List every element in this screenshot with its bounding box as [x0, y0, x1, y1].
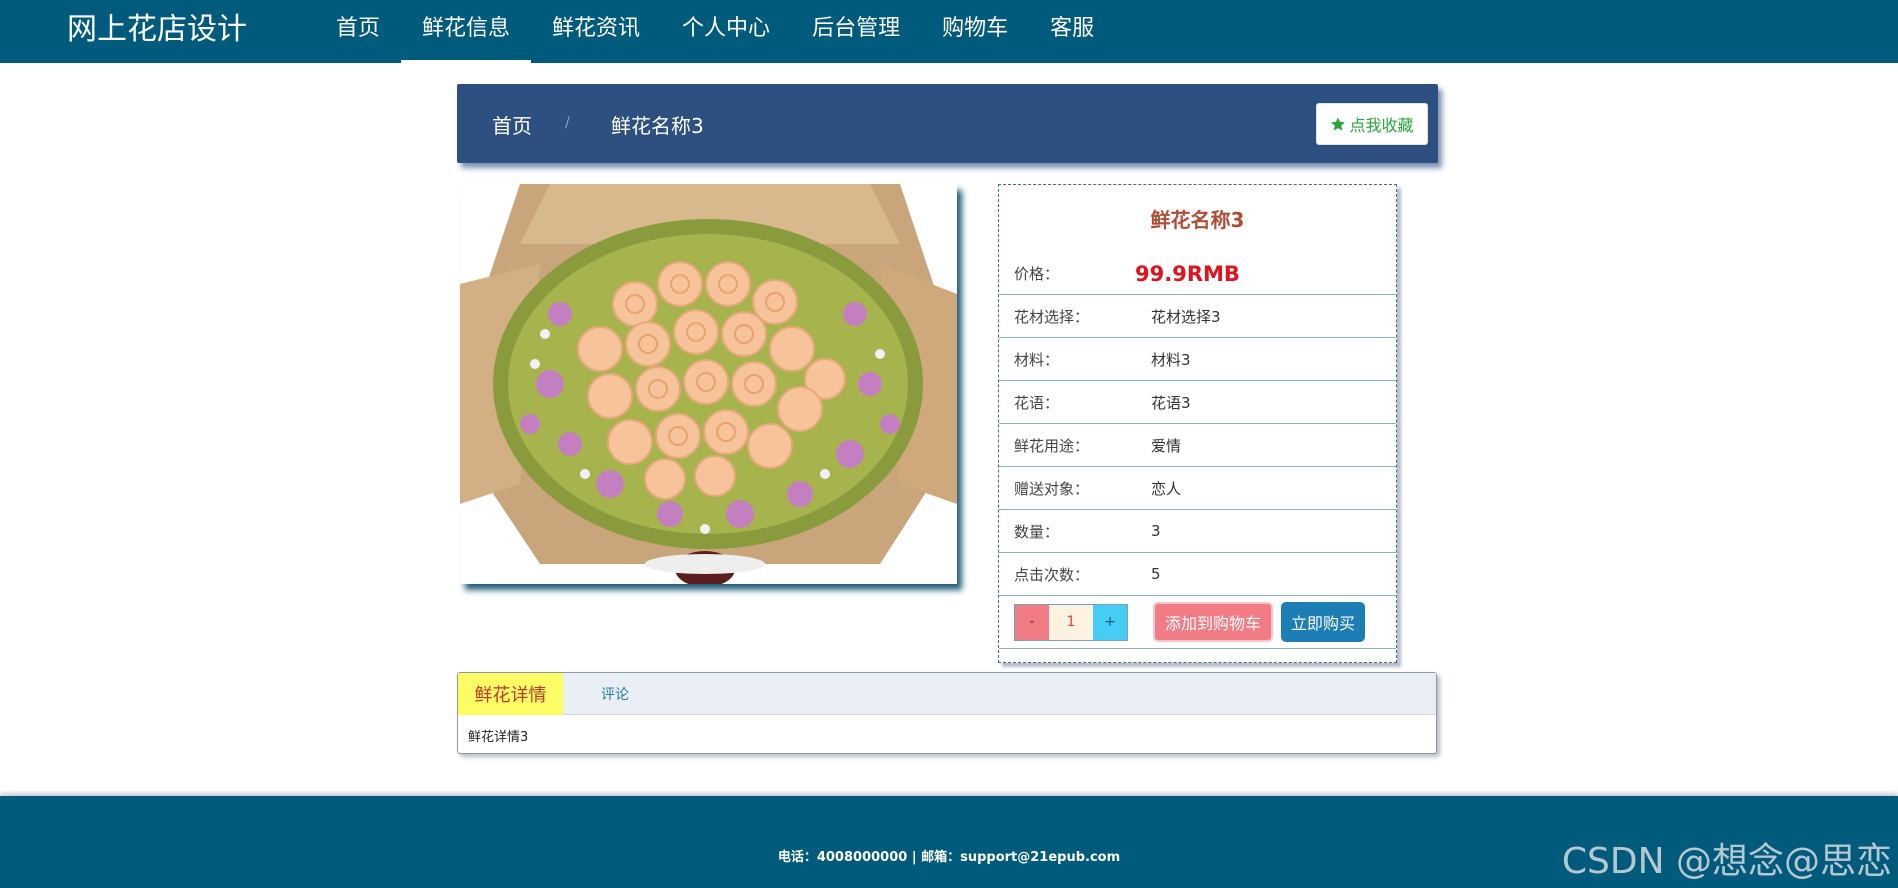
info-row-material-choice: 花材选择： 花材选择3 [999, 295, 1396, 338]
nav-admin[interactable]: 后台管理 [791, 0, 921, 63]
detail-tabs: 鲜花详情 评论 鲜花详情3 [457, 672, 1437, 754]
purchase-actions: - 1 + 添加到购物车 立即购买 [999, 596, 1396, 649]
row-value: 花语3 [1151, 393, 1191, 412]
nav-home[interactable]: 首页 [315, 0, 401, 63]
main-nav: 首页 鲜花信息 鲜花资讯 个人中心 后台管理 购物车 客服 [315, 0, 1115, 63]
tab-comments[interactable]: 评论 [601, 673, 629, 715]
row-value: 材料3 [1151, 350, 1191, 369]
breadcrumb-current: 鲜花名称3 [611, 114, 704, 138]
info-row-recipient: 赠送对象： 恋人 [999, 467, 1396, 510]
price-value: 99.9RMB [1135, 261, 1240, 286]
info-row-click-count: 点击次数： 5 [999, 553, 1396, 596]
favorite-button[interactable]: 点我收藏 [1316, 103, 1428, 145]
product-image [460, 184, 957, 584]
row-value: 爱情 [1151, 436, 1182, 455]
tab-content: 鲜花详情3 [468, 730, 529, 745]
increase-quantity-button[interactable]: + [1093, 604, 1127, 640]
row-value: 3 [1151, 522, 1161, 540]
tab-header: 鲜花详情 评论 [458, 673, 1436, 715]
info-row-material: 材料： 材料3 [999, 338, 1396, 381]
footer: 电话：4008000000 | 邮箱：support@21epub.com CS… [0, 796, 1898, 888]
row-label: 数量： [1014, 522, 1060, 541]
nav-cart[interactable]: 购物车 [921, 0, 1029, 63]
price-row: 价格： 99.9RMB [999, 253, 1396, 295]
row-label: 花语： [1014, 393, 1060, 412]
price-label: 价格： [1014, 265, 1060, 283]
site-brand[interactable]: 网上花店设计 [67, 10, 247, 50]
csdn-watermark: CSDN @想念@思恋 [1561, 841, 1892, 882]
add-to-cart-button[interactable]: 添加到购物车 [1153, 602, 1274, 642]
info-row-quantity: 数量： 3 [999, 510, 1396, 553]
favorite-label: 点我收藏 [1349, 116, 1414, 135]
nav-flower-info[interactable]: 鲜花信息 [401, 0, 532, 63]
row-label: 点击次数： [1014, 565, 1090, 584]
row-value: 恋人 [1151, 479, 1182, 498]
star-icon [1331, 117, 1346, 131]
row-value: 花材选择3 [1151, 307, 1221, 326]
buy-now-button[interactable]: 立即购买 [1281, 602, 1366, 642]
decrease-quantity-button[interactable]: - [1015, 604, 1049, 640]
nav-flower-news[interactable]: 鲜花资讯 [531, 0, 661, 63]
row-label: 花材选择： [1014, 307, 1090, 326]
quantity-stepper: - 1 + [1014, 603, 1128, 641]
nav-personal-center[interactable]: 个人中心 [661, 0, 791, 63]
row-value: 5 [1151, 565, 1161, 583]
top-navbar: 网上花店设计 首页 鲜花信息 鲜花资讯 个人中心 后台管理 购物车 客服 [0, 0, 1898, 63]
tab-flower-detail[interactable]: 鲜花详情 [458, 673, 563, 715]
nav-customer-service[interactable]: 客服 [1029, 0, 1115, 63]
product-info-panel: 鲜花名称3 价格： 99.9RMB 花材选择： 花材选择3 材料： 材料3 花语… [998, 184, 1397, 663]
info-row-usage: 鲜花用途： 爱情 [999, 424, 1396, 467]
bouquet-illustration [460, 184, 957, 584]
breadcrumb-separator: / [565, 115, 570, 131]
breadcrumb: 首页 / 鲜花名称3 点我收藏 [457, 84, 1438, 163]
breadcrumb-home-link[interactable]: 首页 [492, 110, 532, 139]
product-title: 鲜花名称3 [1150, 208, 1245, 232]
quantity-input[interactable]: 1 [1049, 604, 1093, 640]
row-label: 鲜花用途： [1014, 436, 1090, 455]
info-row-flower-language: 花语： 花语3 [999, 381, 1396, 424]
row-label: 赠送对象： [1014, 479, 1090, 498]
row-label: 材料： [1014, 350, 1060, 369]
